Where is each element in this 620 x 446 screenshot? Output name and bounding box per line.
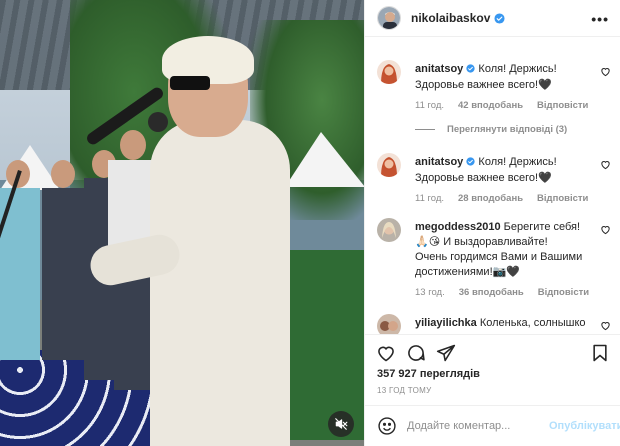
bookmark-icon (590, 343, 610, 363)
comment-icon (406, 343, 426, 363)
verified-badge-icon (466, 63, 475, 78)
reply-button[interactable]: Відповісти (537, 193, 588, 204)
comment-item: anitatsoy Коля! Держись! Здоровье важнее… (377, 60, 613, 160)
comment-likes[interactable]: 36 вподобань (459, 287, 524, 298)
comment-line: Здоровье важнее всего!🖤 (415, 172, 552, 184)
heart-icon (600, 159, 611, 170)
comment-likes[interactable]: 28 вподобань (458, 193, 523, 204)
heart-icon (600, 224, 611, 235)
save-button[interactable] (589, 342, 611, 364)
comment-text: anitatsoy Коля! Держись! Здоровье важнее… (415, 155, 591, 186)
like-button[interactable] (375, 342, 397, 364)
comment-like-button[interactable] (600, 159, 611, 170)
post-video[interactable] (0, 0, 364, 446)
reply-button[interactable]: Відповісти (537, 100, 588, 111)
more-options-button[interactable]: ••• (591, 11, 609, 27)
comment-text: megoddess2010 Берегите себя! 🙏🏻😘 И выздо… (415, 220, 591, 280)
comment-meta: 13 год. 36 вподобань Відповісти (415, 287, 589, 298)
comment-line: Берегите себя! (503, 221, 581, 233)
comment-item: yiliayilichka Коленька, солнышко (377, 314, 613, 334)
comments-list: anitatsoy Коля! Держись! Здоровье важнее… (365, 38, 620, 334)
comment-button[interactable] (405, 342, 427, 364)
comment-line: Очень гордимся Вами и Вашими (415, 251, 583, 263)
post-timestamp[interactable]: 13 ГОД ТОМУ (377, 386, 432, 395)
view-replies-button[interactable]: Переглянути відповіді (3) (415, 124, 567, 135)
instagram-post: nikolaibaskov ••• anitatsoy Коля! Держис… (0, 0, 620, 446)
comment-line: достижениями!📷🖤 (415, 266, 521, 278)
heart-icon (376, 343, 396, 363)
comment-line: Здоровье важнее всего!🖤 (415, 79, 552, 91)
comment-text: anitatsoy Коля! Держись! Здоровье важнее… (415, 62, 591, 93)
comment-like-button[interactable] (600, 224, 611, 235)
view-count[interactable]: 357 927 переглядів (377, 368, 480, 380)
comment-line: Коленька, солнышко (479, 317, 586, 329)
publish-comment-button[interactable]: Опублікувати (549, 420, 620, 432)
author-username[interactable]: nikolaibaskov (411, 11, 490, 25)
heart-icon (600, 320, 611, 331)
comment-time[interactable]: 11 год. (415, 100, 444, 111)
verified-badge-icon (494, 12, 505, 24)
comment-like-button[interactable] (600, 320, 611, 331)
replies-divider (415, 129, 435, 130)
mute-button[interactable] (328, 411, 354, 437)
video-singer-suit (150, 120, 290, 446)
heart-icon (600, 66, 611, 77)
video-person (0, 160, 40, 360)
comment-input[interactable] (407, 420, 549, 432)
comment-item: anitatsoy Коля! Держись! Здоровье важнее… (377, 153, 613, 213)
comment-line: Коля! Держись! (478, 156, 557, 168)
verified-badge-icon (466, 156, 475, 171)
comment-composer: Опублікувати (365, 405, 620, 446)
video-person (42, 160, 84, 360)
post-side-panel: nikolaibaskov ••• anitatsoy Коля! Держис… (364, 0, 620, 446)
comment-likes[interactable]: 42 вподобань (458, 100, 523, 111)
share-button[interactable] (435, 342, 457, 364)
comment-item: megoddess2010 Берегите себя! 🙏🏻😘 И выздо… (377, 218, 613, 298)
reply-button[interactable]: Відповісти (538, 287, 589, 298)
comment-avatar[interactable] (377, 153, 401, 177)
comment-time[interactable]: 13 год. (415, 287, 445, 298)
more-options-icon: ••• (591, 11, 609, 27)
share-icon (436, 343, 456, 363)
comment-avatar[interactable] (377, 218, 401, 242)
comment-username[interactable]: anitatsoy (415, 156, 463, 168)
video-microphone-head (148, 112, 168, 132)
video-singer-sunglasses (170, 76, 210, 90)
comment-like-button[interactable] (600, 66, 611, 77)
post-header: nikolaibaskov ••• (365, 0, 620, 37)
comment-avatar[interactable] (377, 314, 401, 334)
comment-username[interactable]: yiliayilichka (415, 317, 477, 329)
video-hedge (285, 250, 364, 440)
comment-line: 🙏🏻😘 И выздоравливайте! (415, 236, 548, 248)
comment-line: Коля! Держись! (478, 63, 557, 75)
view-replies-label: Переглянути відповіді (3) (447, 124, 568, 135)
comment-username[interactable]: megoddess2010 (415, 221, 501, 233)
comment-username[interactable]: anitatsoy (415, 63, 463, 75)
comment-time[interactable]: 11 год. (415, 193, 444, 204)
comment-avatar[interactable] (377, 60, 401, 84)
emoji-icon (377, 416, 397, 436)
author-avatar[interactable] (377, 6, 401, 30)
post-actions (365, 334, 620, 370)
comment-text: yiliayilichka Коленька, солнышко (415, 316, 591, 331)
comment-meta: 11 год. 42 вподобань Відповісти (415, 100, 588, 111)
comment-meta: 11 год. 28 вподобань Відповісти (415, 193, 588, 204)
emoji-button[interactable] (377, 415, 397, 437)
muted-speaker-icon (334, 417, 348, 431)
